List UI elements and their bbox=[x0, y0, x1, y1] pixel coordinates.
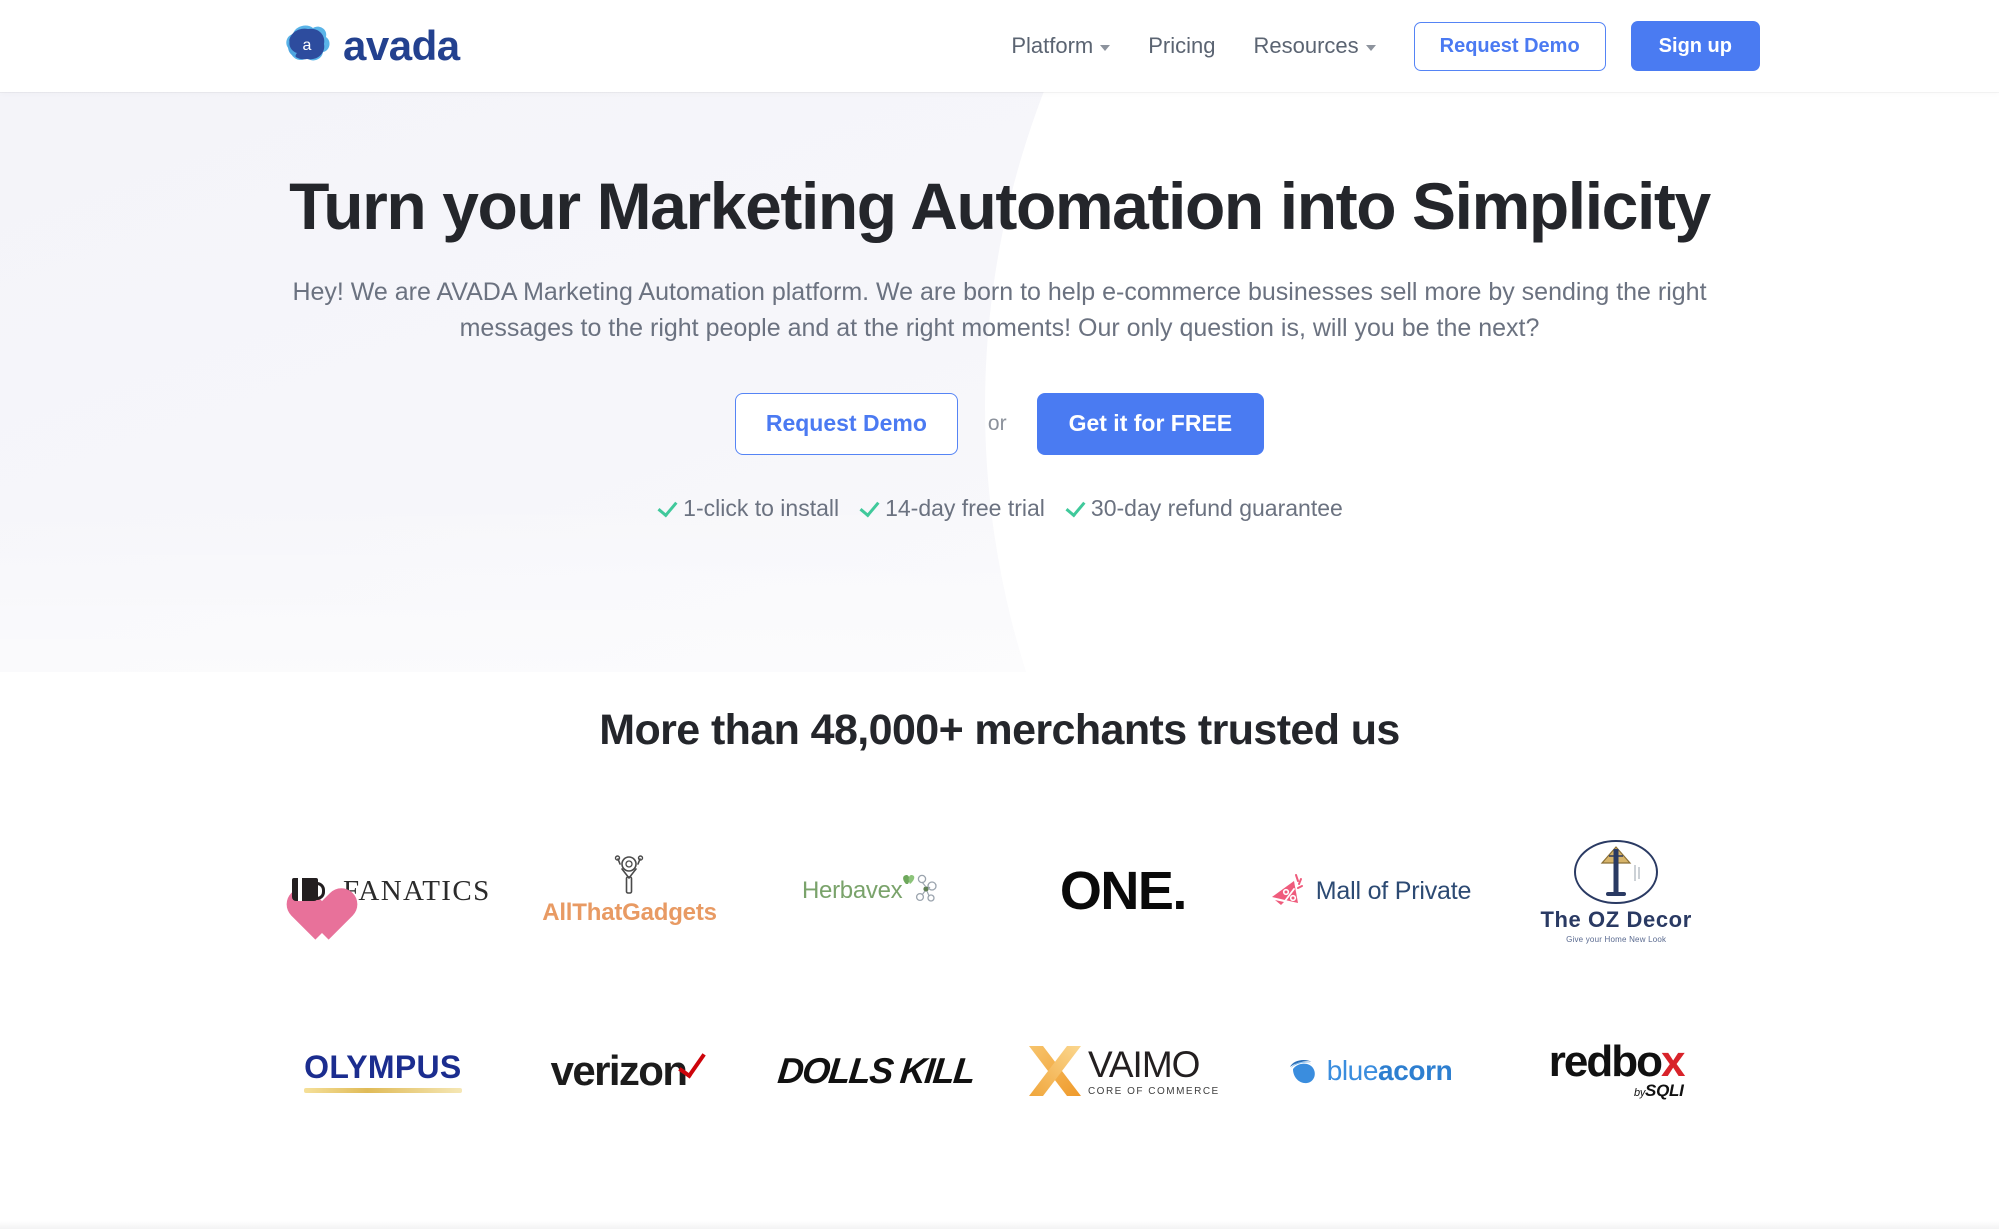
svg-text:a: a bbox=[303, 37, 312, 54]
lamp-oval-icon bbox=[1573, 839, 1659, 905]
hero-feature-label: 1-click to install bbox=[683, 494, 840, 521]
avada-cloud-logo-icon: a bbox=[283, 23, 333, 69]
nav-item-platform-label: Platform bbox=[1011, 33, 1094, 58]
merchant-logo-olympus: OLYMPUS bbox=[260, 1021, 507, 1121]
merchant-tagline: CORE OF COMMERCE bbox=[1087, 1085, 1220, 1097]
hero-cta-separator: or bbox=[987, 411, 1007, 435]
hero-feature-label: 14-day free trial bbox=[885, 494, 1045, 521]
hero-feature-label: 30-day refund guarantee bbox=[1090, 494, 1343, 521]
sprout-molecule-icon bbox=[898, 870, 950, 912]
hero-cta-group: Request Demo or Get it for FREE bbox=[0, 392, 1999, 455]
merchant-name: OLYMPUS bbox=[304, 1049, 462, 1085]
nav-item-pricing-label: Pricing bbox=[1148, 33, 1216, 58]
merchant-name: VAIMO bbox=[1087, 1043, 1200, 1085]
merchant-name: ONE. bbox=[1059, 861, 1188, 921]
chevron-down-icon bbox=[1365, 45, 1376, 51]
merchant-logo-allthatgadgets: AllThatGadgets bbox=[506, 841, 753, 941]
landing-page: a avada Platform Pricing Resources Reque… bbox=[0, 0, 1999, 1229]
merchant-logo-redbox: redbox bySQLI bbox=[1493, 1021, 1740, 1121]
check-icon bbox=[656, 498, 676, 518]
merchant-name: The OZ Decor bbox=[1540, 906, 1692, 932]
merchant-tagline: Give your Home New Look bbox=[1566, 934, 1667, 944]
page-title: Turn your Marketing Automation into Simp… bbox=[289, 169, 1711, 243]
megaphone-percent-icon bbox=[1268, 871, 1308, 911]
verizon-check-icon bbox=[682, 1047, 708, 1085]
merchant-name-part-light: blue bbox=[1326, 1055, 1379, 1086]
merchant-logo-dolls-kill: DOLLS KILL bbox=[753, 1021, 1000, 1121]
merchant-name: redbox bbox=[1548, 1037, 1686, 1087]
merchant-name: blueacorn bbox=[1327, 1055, 1453, 1087]
merchant-name: FANATICS bbox=[343, 874, 491, 907]
merchants-title: More than 48,000+ merchants trusted us bbox=[599, 706, 1400, 754]
hero-feature-item: 14-day free trial bbox=[858, 495, 1045, 522]
brand-logo-link[interactable]: a avada bbox=[283, 22, 460, 70]
heart-mug-icon bbox=[275, 863, 337, 919]
merchant-name: DOLLS KILL bbox=[776, 1050, 977, 1091]
merchant-logo-fanatics: FANATICS bbox=[260, 841, 507, 941]
merchant-tagline: bySQLI bbox=[1634, 1081, 1684, 1101]
hero-feature-item: 1-click to install bbox=[656, 495, 839, 522]
merchant-logo-the-oz-decor: The OZ Decor Give your Home New Look bbox=[1493, 839, 1740, 944]
primary-navigation: Platform Pricing Resources Request Demo … bbox=[992, 0, 1760, 92]
merchant-name: Mall of Private bbox=[1315, 876, 1472, 905]
acorn-icon bbox=[1287, 1056, 1319, 1086]
merchant-logo-mall-of-private: Mall of Private bbox=[1246, 841, 1493, 941]
check-icon bbox=[858, 498, 878, 518]
hero-feature-list: 1-click to install 14-day free trial 30-… bbox=[0, 495, 1999, 522]
merchant-logo-grid: FANATICS AllThatGadgets Herbavex ONE. Ma… bbox=[260, 839, 1740, 1121]
hero-get-it-free-button[interactable]: Get it for FREE bbox=[1036, 392, 1265, 455]
merchant-logo-blue-acorn: blueacorn bbox=[1246, 1021, 1493, 1121]
header-request-demo-button[interactable]: Request Demo bbox=[1413, 21, 1606, 71]
hero-section: Turn your Marketing Automation into Simp… bbox=[0, 92, 1999, 522]
brand-name: avada bbox=[343, 22, 460, 69]
check-icon bbox=[1064, 498, 1084, 518]
nav-item-resources[interactable]: Resources bbox=[1234, 33, 1394, 59]
vaimo-x-icon bbox=[1026, 1042, 1084, 1100]
merchant-name: Herbavex bbox=[802, 877, 903, 904]
merchant-name: AllThatGadgets bbox=[542, 899, 717, 926]
header-signup-button[interactable]: Sign up bbox=[1630, 21, 1760, 71]
page-bottom-shadow bbox=[0, 1221, 1999, 1229]
gadget-line-icon bbox=[606, 855, 652, 897]
merchants-section: More than 48,000+ merchants trusted us F… bbox=[0, 706, 1999, 1121]
hero-request-demo-button[interactable]: Request Demo bbox=[734, 392, 958, 455]
merchant-logo-vaimo: VAIMO CORE OF COMMERCE bbox=[1000, 1021, 1247, 1121]
merchant-name-part-bold: acorn bbox=[1378, 1055, 1453, 1086]
merchant-logo-verizon: verizon bbox=[506, 1021, 753, 1121]
nav-item-resources-label: Resources bbox=[1253, 33, 1359, 58]
chevron-down-icon bbox=[1100, 45, 1111, 51]
hero-feature-item: 30-day refund guarantee bbox=[1064, 495, 1343, 522]
nav-item-pricing[interactable]: Pricing bbox=[1129, 33, 1234, 59]
merchant-name: verizon bbox=[550, 1047, 688, 1094]
olympus-underline bbox=[304, 1088, 462, 1093]
merchant-logo-one: ONE. bbox=[1000, 841, 1247, 941]
site-header: a avada Platform Pricing Resources Reque… bbox=[0, 0, 1999, 92]
merchant-tagline-by: by bbox=[1634, 1086, 1646, 1099]
merchant-logo-herbavex: Herbavex bbox=[753, 841, 1000, 941]
hero-subtitle: Hey! We are AVADA Marketing Automation p… bbox=[292, 277, 1707, 343]
nav-item-platform[interactable]: Platform bbox=[992, 33, 1129, 59]
merchant-tagline-brand: SQLI bbox=[1645, 1080, 1684, 1100]
